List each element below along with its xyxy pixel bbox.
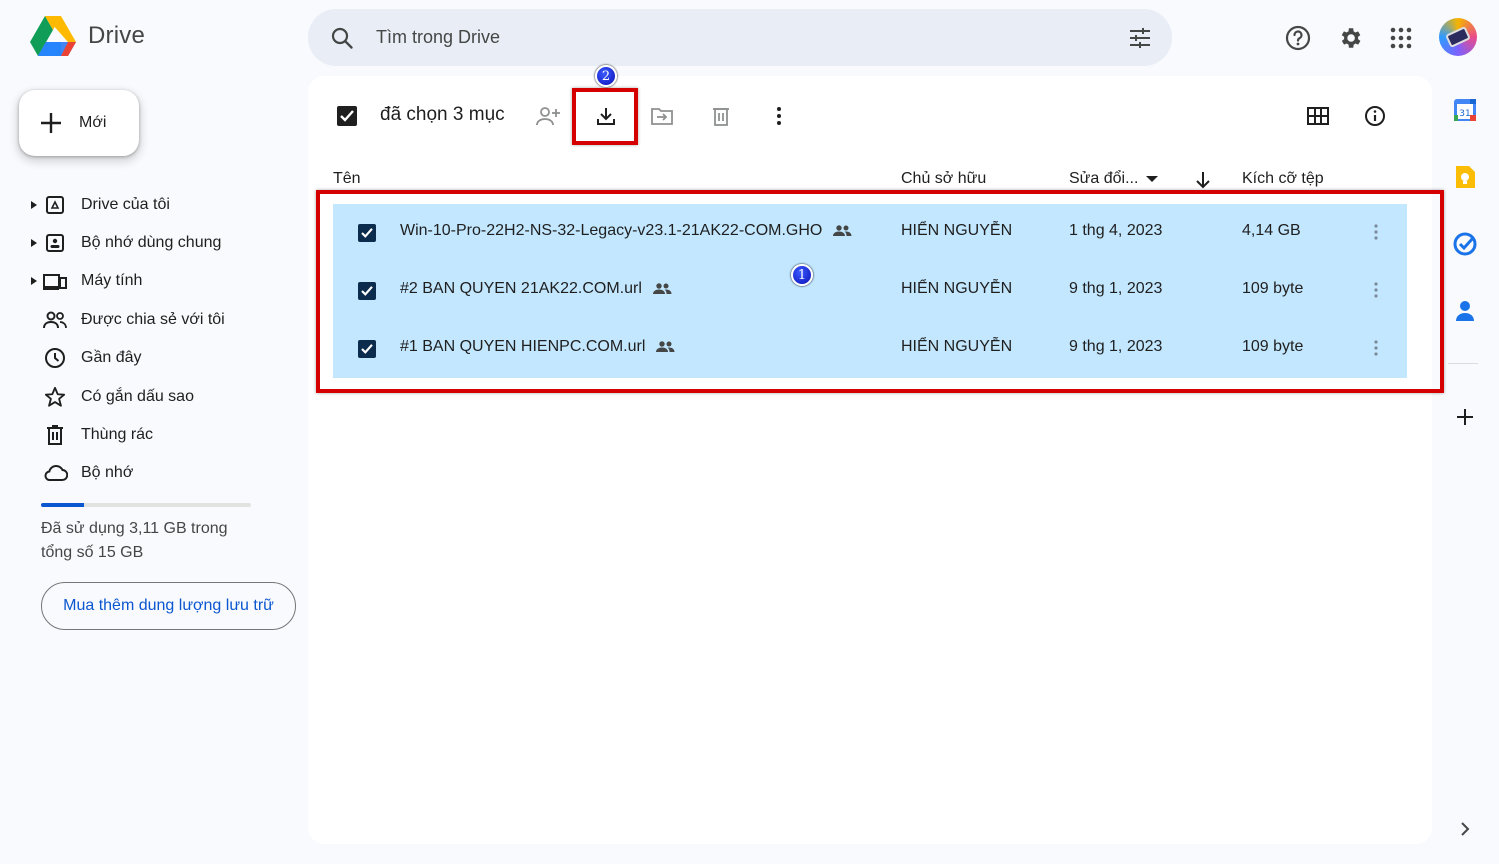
- search-icon[interactable]: [330, 26, 354, 50]
- delete-trash-icon[interactable]: [705, 100, 737, 132]
- sidebar-item-label: Bộ nhớ: [81, 464, 134, 481]
- column-header-modified-label: Sửa đổi...: [1069, 170, 1139, 187]
- contacts-icon[interactable]: [1451, 297, 1479, 325]
- avatar-image: [1445, 26, 1471, 48]
- computers-icon: [42, 272, 68, 290]
- sidebar-item-storage[interactable]: Bộ nhớ: [28, 457, 288, 489]
- my-drive-icon: [42, 195, 68, 215]
- sidebar-item-label: Thùng rác: [81, 426, 154, 443]
- shared-drives-icon: [42, 233, 68, 253]
- drive-logo-icon: [30, 16, 76, 56]
- move-to-folder-icon[interactable]: [646, 100, 678, 132]
- buy-storage-button[interactable]: Mua thêm dung lượng lưu trữ: [41, 582, 296, 630]
- column-header-size[interactable]: Kích cỡ tệp: [1242, 170, 1324, 188]
- select-all-checkbox[interactable]: [337, 106, 357, 126]
- more-vert-icon[interactable]: [763, 100, 795, 132]
- sidebar-item-label: Máy tính: [81, 272, 143, 289]
- column-header-owner[interactable]: Chủ sở hữu: [901, 170, 986, 188]
- trash-icon: [42, 425, 68, 445]
- sidebar-item-label: Được chia sẻ với tôi: [81, 311, 225, 328]
- search-options-icon[interactable]: [1128, 26, 1152, 50]
- svg-text:31: 31: [1459, 109, 1470, 119]
- clock-icon: [42, 347, 68, 369]
- star-icon: [42, 386, 68, 408]
- checkmark-icon: [340, 110, 354, 122]
- plus-icon: [41, 113, 61, 133]
- sidebar-item-label: Có gắn dấu sao: [81, 388, 194, 405]
- search-input[interactable]: [376, 27, 1128, 48]
- dropdown-arrow-icon: [1146, 176, 1159, 182]
- rail-divider: [1448, 363, 1478, 364]
- sidebar-item-label: Drive của tôi: [81, 196, 170, 213]
- keep-icon[interactable]: [1451, 163, 1479, 191]
- sidebar-item-shared-with-me[interactable]: Được chia sẻ với tôi: [28, 304, 288, 336]
- grid-view-icon[interactable]: [1302, 100, 1334, 132]
- sidebar-item-recent[interactable]: Gần đây: [28, 342, 288, 374]
- share-icon[interactable]: [532, 100, 564, 132]
- sidebar-item-starred[interactable]: Có gắn dấu sao: [28, 381, 288, 413]
- drive-logo[interactable]: Drive: [30, 16, 145, 56]
- caret-right-icon[interactable]: [28, 239, 40, 247]
- calendar-icon[interactable]: 31: [1451, 96, 1479, 124]
- sidebar-item-label: Gần đây: [81, 349, 142, 366]
- account-avatar[interactable]: [1439, 18, 1477, 56]
- cloud-icon: [42, 464, 68, 482]
- chevron-right-icon[interactable]: [1451, 815, 1479, 843]
- caret-right-icon[interactable]: [28, 201, 40, 209]
- highlight-box-selected-files: [316, 190, 1444, 393]
- sort-direction-icon[interactable]: [1195, 171, 1211, 189]
- app-name: Drive: [88, 22, 146, 49]
- sidebar-item-my-drive[interactable]: Drive của tôi: [28, 189, 288, 221]
- sidebar-item-shared-drives[interactable]: Bộ nhớ dùng chung: [28, 227, 288, 259]
- column-header-name[interactable]: Tên: [333, 170, 361, 188]
- step-badge-2: 2: [595, 65, 617, 87]
- sidebar-item-trash[interactable]: Thùng rác: [28, 419, 288, 451]
- people-icon: [42, 311, 68, 329]
- help-icon[interactable]: [1280, 20, 1316, 56]
- selection-count-label: đã chọn 3 mục: [380, 104, 505, 125]
- highlight-box-download: [572, 88, 638, 145]
- settings-gear-icon[interactable]: [1332, 20, 1368, 56]
- step-badge-1: 1: [791, 264, 813, 286]
- storage-progress-bar: [41, 503, 251, 507]
- sidebar-item-label: Bộ nhớ dùng chung: [81, 234, 222, 251]
- new-button-label: Mới: [79, 114, 107, 131]
- tasks-icon[interactable]: [1451, 230, 1479, 258]
- caret-right-icon[interactable]: [28, 277, 40, 285]
- storage-usage-text: Đã sử dụng 3,11 GB trong tổng số 15 GB: [41, 520, 228, 561]
- new-button[interactable]: Mới: [19, 90, 139, 156]
- storage-progress-fill: [41, 503, 85, 507]
- apps-grid-icon[interactable]: [1383, 20, 1419, 56]
- info-icon[interactable]: [1359, 100, 1391, 132]
- sidebar-item-computers[interactable]: Máy tính: [28, 265, 288, 297]
- column-header-modified[interactable]: Sửa đổi...: [1069, 170, 1159, 188]
- add-addon-plus-icon[interactable]: [1451, 403, 1479, 431]
- search-bar: [308, 9, 1172, 66]
